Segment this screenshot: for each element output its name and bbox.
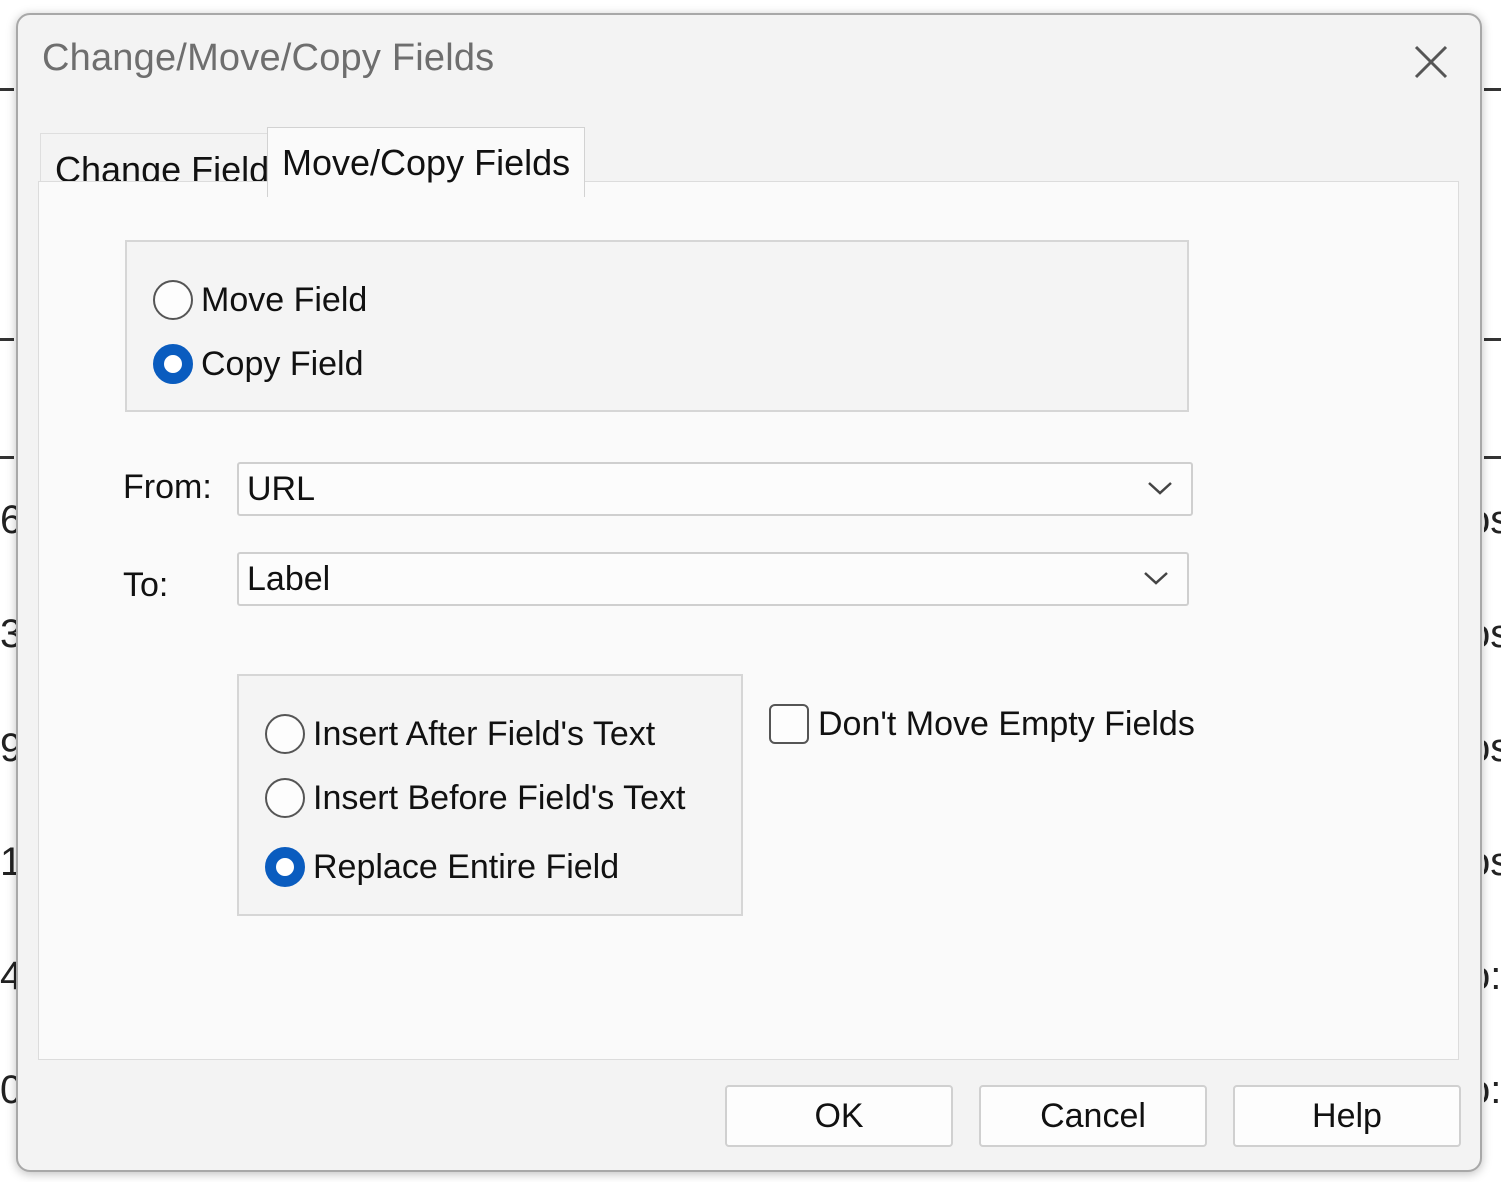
- replace-entire-radio[interactable]: [265, 847, 305, 887]
- bg-text-fragment: os: [1484, 726, 1501, 770]
- insert-after-label: Insert After Field's Text: [313, 714, 656, 753]
- copy-field-radio[interactable]: [153, 344, 193, 384]
- to-label: To:: [123, 566, 169, 604]
- bg-text-fragment: 6: [0, 498, 16, 542]
- close-icon: [1414, 45, 1448, 79]
- move-copy-panel: Move Field Copy Field From: URL To: Labe…: [38, 181, 1459, 1060]
- chevron-down-icon: [1144, 572, 1168, 585]
- bg-divider: [0, 88, 14, 91]
- insert-after-radio[interactable]: [265, 714, 305, 754]
- to-value: Label: [247, 560, 331, 598]
- replace-entire-option[interactable]: Replace Entire Field: [265, 847, 619, 887]
- move-field-option[interactable]: Move Field: [153, 280, 367, 320]
- dialog-title: Change/Move/Copy Fields: [42, 37, 495, 79]
- to-select[interactable]: Label: [237, 552, 1189, 606]
- insert-before-radio[interactable]: [265, 778, 305, 818]
- bg-text-fragment: os: [1484, 498, 1501, 542]
- bg-divider: [1484, 88, 1501, 91]
- change-move-copy-dialog: Change/Move/Copy Fields Change Fields Mo…: [16, 13, 1482, 1172]
- bg-text-fragment: 0: [0, 1068, 16, 1112]
- dont-move-empty-label[interactable]: Don't Move Empty Fields: [818, 705, 1195, 744]
- bg-text-fragment: 4: [0, 954, 16, 998]
- bg-text-fragment: o:: [1484, 954, 1501, 998]
- help-button[interactable]: Help: [1233, 1085, 1461, 1147]
- mode-group: Move Field Copy Field: [125, 240, 1189, 412]
- dont-move-empty-checkbox[interactable]: [769, 704, 809, 744]
- insert-after-option[interactable]: Insert After Field's Text: [265, 714, 655, 754]
- bg-text-fragment: os: [1484, 840, 1501, 884]
- bg-text-fragment: o:: [1484, 1068, 1501, 1112]
- bg-text-fragment: os: [1484, 612, 1501, 656]
- copy-field-label: Copy Field: [201, 344, 364, 383]
- close-button[interactable]: [1406, 37, 1456, 87]
- bg-divider: [0, 456, 14, 459]
- bg-divider: [1484, 456, 1501, 459]
- cancel-button[interactable]: Cancel: [979, 1085, 1207, 1147]
- insert-before-label: Insert Before Field's Text: [313, 778, 686, 817]
- from-select[interactable]: URL: [237, 462, 1193, 516]
- ok-button[interactable]: OK: [725, 1085, 953, 1147]
- insert-before-option[interactable]: Insert Before Field's Text: [265, 778, 685, 818]
- chevron-down-icon: [1148, 482, 1172, 495]
- copy-field-option[interactable]: Copy Field: [153, 344, 364, 384]
- move-field-label: Move Field: [201, 280, 368, 319]
- from-value: URL: [247, 470, 316, 508]
- from-label: From:: [123, 468, 212, 506]
- bg-text-fragment: 1: [0, 840, 16, 884]
- bg-divider: [1484, 338, 1501, 341]
- bg-text-fragment: 3: [0, 612, 16, 656]
- replace-entire-label: Replace Entire Field: [313, 847, 620, 886]
- bg-divider: [0, 338, 14, 341]
- tab-move-copy-fields[interactable]: Move/Copy Fields: [267, 127, 586, 197]
- move-field-radio[interactable]: [153, 280, 193, 320]
- bg-text-fragment: 9: [0, 726, 16, 770]
- insert-mode-group: Insert After Field's Text Insert Before …: [237, 674, 743, 916]
